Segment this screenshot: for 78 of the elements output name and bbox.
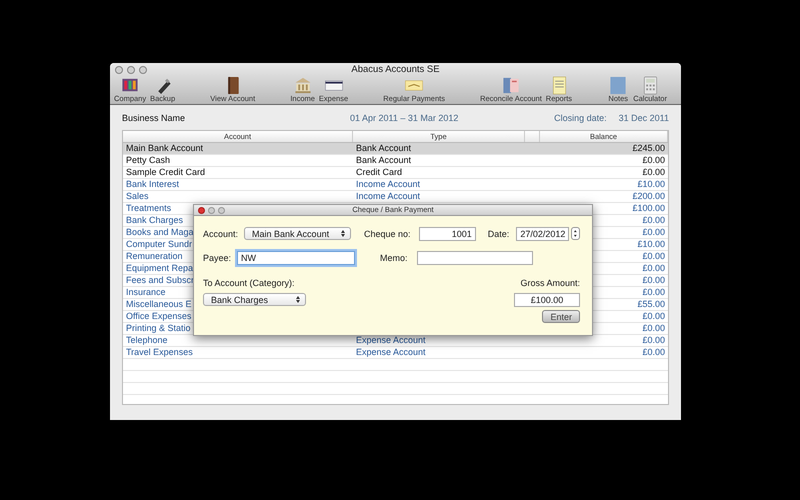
table-cell: £100.00 — [632, 203, 665, 214]
zoom-button[interactable] — [139, 66, 147, 74]
account-label: Account: — [203, 228, 238, 238]
table-cell: Fees and Subscr — [126, 275, 194, 286]
table-cell: £0.00 — [642, 155, 665, 166]
table-cell: Books and Maga — [126, 227, 194, 238]
table-cell: Petty Cash — [126, 155, 170, 166]
category-label: To Account (Category): — [203, 278, 295, 288]
closing-date-label: Closing date: — [554, 112, 607, 122]
category-dropdown[interactable]: Bank Charges — [203, 293, 306, 306]
table-cell: £245.00 — [632, 143, 665, 154]
updown-icon — [296, 296, 300, 303]
minimize-button[interactable] — [127, 66, 135, 74]
table-cell: Bank Interest — [126, 179, 180, 190]
table-row[interactable]: Travel Expenses Expense Account £0.00 — [123, 347, 668, 359]
table-cell: Equipment Repa — [126, 263, 194, 274]
payee-field[interactable]: NW — [237, 250, 356, 264]
close-button[interactable] — [115, 66, 123, 74]
table-cell: Credit Card — [356, 167, 402, 178]
table-cell: £10.00 — [637, 179, 665, 190]
zoom-button[interactable] — [218, 206, 225, 214]
table-cell: £0.00 — [642, 323, 665, 334]
payee-label: Payee: — [203, 252, 232, 262]
business-name: Business Name — [122, 112, 186, 122]
table-row[interactable]: Bank Interest Income Account £10.00 — [123, 179, 668, 191]
account-dropdown[interactable]: Main Bank Account — [244, 227, 351, 240]
table-row[interactable]: Main Bank Account Bank Account £245.00 — [123, 143, 668, 155]
table-cell: £0.00 — [642, 167, 665, 178]
table-cell: Computer Sundr — [126, 239, 192, 250]
table-cell: Treatments — [126, 203, 172, 214]
table-cell: Income Account — [356, 179, 420, 190]
table-cell: Printing & Statio — [126, 323, 191, 334]
table-cell: Insurance — [126, 287, 166, 298]
table-cell: £0.00 — [642, 311, 665, 322]
table-cell: Main Bank Account — [126, 143, 204, 154]
table-cell: Telephone — [126, 335, 168, 346]
date-field[interactable]: 27/02/2012 — [516, 226, 570, 240]
period-text: 01 Apr 2011 – 31 Mar 2012 — [350, 112, 460, 122]
table-cell: £0.00 — [642, 215, 665, 226]
table-cell: Office Expenses — [126, 311, 192, 322]
enter-button[interactable]: Enter — [542, 310, 580, 323]
table-row[interactable]: Sales Income Account £200.00 — [123, 191, 668, 203]
memo-field[interactable] — [416, 250, 533, 264]
table-cell: Bank Charges — [126, 215, 184, 226]
table-cell: Sales — [126, 191, 149, 202]
table-row[interactable]: Petty Cash Bank Account £0.00 — [123, 155, 668, 167]
table-cell: £0.00 — [642, 347, 665, 358]
table-cell: £0.00 — [642, 335, 665, 346]
cheque-label: Cheque no: — [364, 228, 410, 238]
amount-label: Gross Amount: — [520, 278, 580, 288]
table-cell: Expense Account — [356, 347, 426, 358]
table-cell: Miscellaneous E — [126, 299, 192, 310]
date-label: Date: — [488, 228, 510, 238]
window-title: Abacus Accounts SE — [351, 63, 440, 76]
table-cell: Income Account — [356, 191, 420, 202]
table-cell: £200.00 — [632, 191, 665, 202]
table-cell: Sample Credit Card — [126, 167, 206, 178]
table-cell: Remuneration — [126, 251, 183, 262]
memo-label: Memo: — [380, 252, 408, 262]
table-cell: £10.00 — [637, 239, 665, 250]
table-cell: £0.00 — [642, 251, 665, 262]
table-cell: £0.00 — [642, 227, 665, 238]
closing-date: 31 Dec 2011 — [618, 112, 669, 122]
table-cell: Travel Expenses — [126, 347, 193, 358]
minimize-button[interactable] — [208, 206, 215, 214]
amount-field[interactable]: £100.00 — [514, 292, 580, 306]
stepper-icon[interactable] — [571, 227, 580, 240]
table-row[interactable]: Sample Credit Card Credit Card £0.00 — [123, 167, 668, 179]
updown-icon — [340, 230, 345, 237]
table-cell: Bank Account — [356, 155, 412, 166]
table-cell: £0.00 — [642, 275, 665, 286]
cheque-field[interactable]: 1001 — [418, 226, 476, 240]
table-cell: £0.00 — [642, 287, 665, 298]
table-cell: Bank Account — [356, 143, 412, 154]
table-cell: Expense Account — [356, 335, 426, 346]
table-cell: £0.00 — [642, 263, 665, 274]
close-button[interactable] — [198, 206, 205, 214]
table-cell: £55.00 — [637, 299, 665, 310]
